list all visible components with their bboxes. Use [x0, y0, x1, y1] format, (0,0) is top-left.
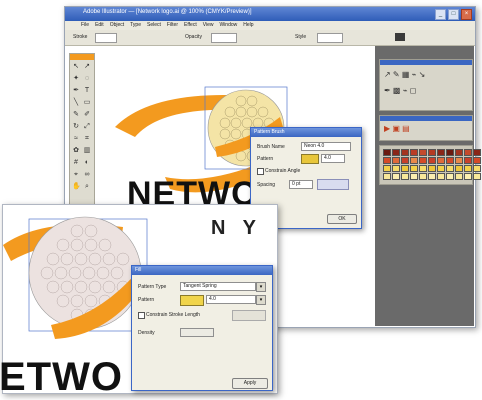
brush-icons-row2[interactable]: ✒ ▩ ⌁ ◻ — [384, 86, 416, 95]
pen-tool-icon[interactable]: ✒ — [72, 87, 80, 95]
eyedropper-tool-icon[interactable]: ⌖ — [72, 171, 80, 179]
back-dialog-checkbox[interactable] — [257, 168, 264, 175]
menu-type[interactable]: Type — [130, 21, 141, 30]
menu-filter[interactable]: Filter — [167, 21, 178, 30]
minimize-button[interactable]: _ — [435, 9, 446, 20]
back-dialog-titlebar: Pattern Brush — [251, 128, 361, 137]
type-tool-icon[interactable]: T — [83, 87, 91, 95]
menu-window[interactable]: Window — [219, 21, 237, 30]
front-dialog-title: Fill — [135, 267, 142, 273]
menu-view[interactable]: View — [203, 21, 214, 30]
style-field[interactable] — [317, 33, 343, 43]
swatches-panel: ▶ ▣ ▤ — [379, 115, 473, 141]
menu-edit[interactable]: Edit — [95, 21, 104, 30]
back-dialog-field-2[interactable]: 4.0 — [321, 154, 345, 163]
rectangle-tool-icon[interactable]: ▭ — [83, 99, 91, 107]
stroke-field[interactable] — [95, 33, 117, 43]
back-menubar: File Edit Object Type Select Filter Effe… — [65, 21, 475, 30]
front-dialog-field-1[interactable]: Tangent Spring — [180, 282, 256, 291]
direct-selection-tool-icon[interactable]: ↗ — [83, 63, 91, 71]
swatches-panel-header — [380, 116, 472, 121]
gradient-tool-icon[interactable]: ◐ — [83, 159, 91, 167]
back-dialog-field-3[interactable]: 0 pt — [289, 180, 313, 189]
graph-tool-icon[interactable]: ▥ — [83, 147, 91, 155]
symbol-tool-icon[interactable]: ✿ — [72, 147, 80, 155]
front-dialog-apply-button[interactable]: Apply — [232, 378, 268, 389]
back-dialog-title: Pattern Brush — [254, 129, 285, 135]
menu-select[interactable]: Select — [147, 21, 161, 30]
front-logo-text-2: N Y — [211, 217, 262, 239]
front-dialog-label-2: Pattern — [138, 297, 155, 303]
pattern-swatches-panel — [379, 145, 481, 185]
free-transform-tool-icon[interactable]: ⌗ — [83, 135, 91, 143]
hand-tool-icon[interactable]: ✋ — [72, 183, 81, 191]
close-button[interactable]: × — [461, 9, 472, 20]
dropdown-arrow-icon-2[interactable]: ▾ — [256, 295, 266, 305]
back-dialog-label-2: Pattern — [257, 156, 274, 162]
option-style-label: Style — [295, 34, 307, 40]
front-dialog-checkbox[interactable] — [138, 312, 145, 319]
warp-tool-icon[interactable]: ≈ — [72, 135, 80, 143]
back-pattern-swatch[interactable] — [301, 154, 319, 164]
line-tool-icon[interactable]: ╲ — [72, 99, 80, 107]
paintbrush-tool-icon[interactable]: ✎ — [72, 111, 80, 119]
back-dialog-field-1[interactable]: Neon 4.0 — [301, 142, 351, 151]
front-fill-dialog: Fill Pattern Type Tangent Spring ▾ Patte… — [131, 265, 273, 391]
scale-tool-icon[interactable]: ⤢ — [83, 123, 91, 131]
front-dialog-checkbox-label: Constrain Stroke Length — [146, 312, 200, 318]
graph-icon[interactable] — [395, 33, 405, 41]
menu-help[interactable]: Help — [243, 21, 253, 30]
menu-effect[interactable]: Effect — [184, 21, 197, 30]
back-titlebar: Adobe Illustrator — [Network logo.ai @ 1… — [65, 7, 475, 21]
front-pattern-circle — [28, 216, 142, 330]
back-window-title: Adobe Illustrator — [Network logo.ai @ 1… — [83, 9, 252, 15]
back-dialog-preview-swatch[interactable] — [317, 179, 349, 190]
maximize-button[interactable]: □ — [448, 9, 459, 20]
option-stroke-label: Stroke — [73, 34, 88, 40]
brushes-panel-header — [380, 60, 472, 65]
brushes-panel: ↗ ✎ ▦ ⌁ ↘ ✒ ▩ ⌁ ◻ — [379, 59, 473, 111]
front-dialog-titlebar: Fill — [132, 266, 272, 275]
swatch-tools-icon[interactable]: ▶ ▣ ▤ — [384, 124, 410, 133]
front-dialog-field-2[interactable]: 4.0 — [206, 295, 256, 304]
tools-panel-header — [70, 54, 94, 60]
front-logo-text: ETWO — [0, 355, 123, 399]
front-pattern-swatch[interactable] — [180, 295, 204, 306]
blend-tool-icon[interactable]: ∞ — [83, 171, 91, 179]
front-dialog-preview-field[interactable] — [232, 310, 266, 321]
front-app-window: ETWO N Y Fill Pattern Type Tangent Sprin… — [0, 204, 278, 399]
selection-tool-icon[interactable]: ↖ — [72, 63, 80, 71]
menu-object[interactable]: Object — [110, 21, 124, 30]
rotate-tool-icon[interactable]: ↻ — [72, 123, 80, 131]
opacity-field[interactable] — [211, 33, 237, 43]
back-dialog-label-3: Spacing — [257, 182, 276, 188]
dropdown-arrow-icon[interactable]: ▾ — [256, 282, 266, 292]
brush-icons[interactable]: ↗ ✎ ▦ ⌁ ↘ — [384, 70, 425, 79]
magic-wand-tool-icon[interactable]: ✦ — [72, 75, 80, 83]
pencil-tool-icon[interactable]: ✐ — [83, 111, 91, 119]
lasso-tool-icon[interactable]: ◌ — [83, 75, 91, 83]
front-dialog-field-3[interactable] — [180, 328, 214, 337]
back-dialog-label-1: Brush Name — [257, 144, 285, 150]
option-opacity-label: Opacity — [185, 34, 202, 40]
menu-file[interactable]: File — [81, 21, 89, 30]
back-dialog-checkbox-label: Constrain Angle — [265, 168, 301, 174]
mesh-tool-icon[interactable]: # — [72, 159, 80, 167]
control-options-bar: Stroke Opacity Style — [65, 30, 475, 46]
back-dialog-ok-button[interactable]: OK — [327, 214, 357, 224]
tools-panel: ↖ ↗ ✦ ◌ ✒ T ╲ ▭ ✎ ✐ ↻ ⤢ ≈ ⌗ ✿ ▥ # ◐ ⌖ ∞ … — [69, 53, 95, 205]
zoom-tool-icon[interactable]: ⌕ — [83, 183, 91, 191]
front-dialog-label-1: Pattern Type — [138, 284, 167, 290]
front-dialog-label-3: Density — [138, 330, 155, 336]
